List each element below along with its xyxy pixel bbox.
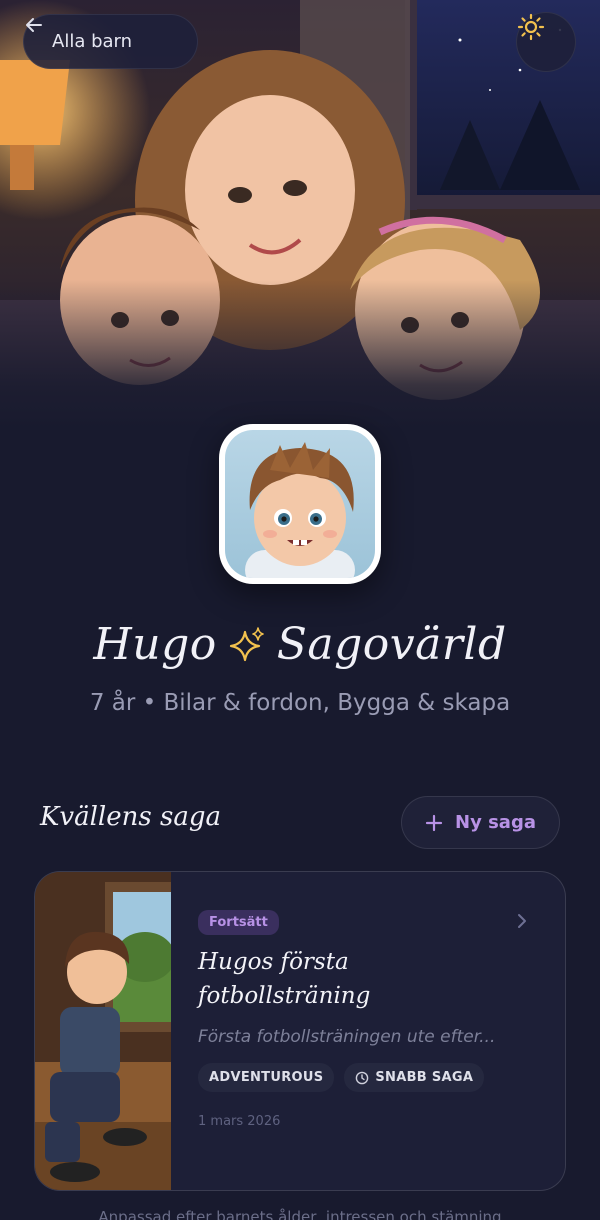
- hero-fade: [0, 280, 600, 430]
- status-badge: Fortsätt: [198, 910, 279, 935]
- mood-tag: ADVENTUROUS: [198, 1063, 335, 1092]
- footer-note: Anpassad efter barnets ålder, intressen …: [98, 1208, 502, 1220]
- page-title: Hugo Sagovärld: [0, 612, 600, 676]
- new-story-label: Ny saga: [455, 812, 536, 833]
- clock-icon: [356, 1071, 369, 1084]
- story-description: Första fotbollsträningen ute efter...: [198, 1027, 496, 1047]
- world-label: Sagovärld: [276, 618, 507, 670]
- story-tags: ADVENTUROUS SNABB SAGA: [198, 1063, 548, 1092]
- child-name: Hugo: [93, 618, 217, 670]
- length-tag: SNABB SAGA: [344, 1063, 485, 1092]
- story-title: Hugos första fotbollsträning: [198, 949, 371, 1009]
- section-title: Kvällens saga: [40, 802, 221, 832]
- child-details: 7 år • Bilar & fordon, Bygga & skapa: [89, 690, 511, 716]
- back-button[interactable]: Alla barn: [23, 14, 198, 69]
- story-thumbnail: [35, 872, 171, 1190]
- back-button-label: Alla barn: [52, 31, 133, 52]
- sparkles-icon: [229, 627, 264, 662]
- story-date: 1 mars 2026: [198, 1114, 281, 1129]
- sun-icon: [517, 13, 545, 41]
- plus-icon: [425, 814, 443, 831]
- length-tag-label: SNABB SAGA: [375, 1070, 474, 1085]
- avatar-image: [225, 430, 375, 578]
- hero-illustration: Alla barn: [0, 0, 600, 430]
- avatar[interactable]: [219, 424, 381, 584]
- arrow-left-icon: [26, 18, 42, 32]
- theme-toggle-button[interactable]: [516, 12, 576, 72]
- story-card[interactable]: Fortsätt Hugos första fotbollsträning Fö…: [34, 871, 566, 1191]
- new-story-button[interactable]: Ny saga: [401, 796, 560, 849]
- mood-tag-label: ADVENTUROUS: [209, 1070, 324, 1085]
